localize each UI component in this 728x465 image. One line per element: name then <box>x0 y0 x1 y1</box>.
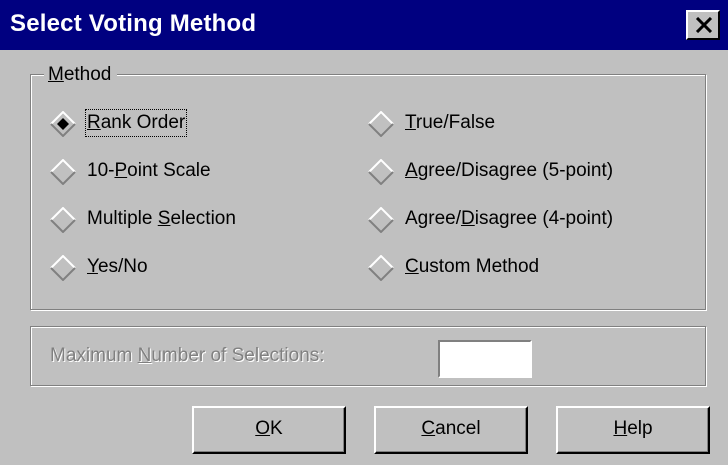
radio-label: 10-Point Scale <box>87 160 211 181</box>
diamond-radio-icon <box>50 159 76 185</box>
radio-label: Agree/Disagree (4-point) <box>405 208 614 229</box>
diamond-radio-icon <box>50 255 76 281</box>
radio-label: Multiple Selection <box>87 208 236 229</box>
diamond-radio-icon <box>368 111 394 137</box>
radio-label: Custom Method <box>405 256 540 277</box>
diamond-radio-icon <box>50 111 76 137</box>
diamond-radio-icon <box>50 207 76 233</box>
max-selections-label: Maximum Number of Selections: <box>50 345 325 366</box>
help-button[interactable]: Help <box>556 406 710 454</box>
max-selections-input[interactable] <box>438 340 532 378</box>
title-bar: Select Voting Method <box>0 0 728 50</box>
close-button[interactable] <box>686 10 720 40</box>
radio-label: Agree/Disagree (5-point) <box>405 160 614 181</box>
ok-button-label: OK <box>255 418 283 439</box>
cancel-button[interactable]: Cancel <box>374 406 528 454</box>
radio-label: True/False <box>405 112 496 133</box>
diamond-radio-icon <box>368 255 394 281</box>
cancel-button-label: Cancel <box>421 418 481 439</box>
diamond-radio-icon <box>368 207 394 233</box>
close-icon <box>695 17 713 33</box>
radio-label: Rank Order <box>84 109 188 137</box>
radio-label: Yes/No <box>87 256 148 277</box>
ok-button[interactable]: OK <box>192 406 346 454</box>
dialog-title: Select Voting Method <box>10 10 257 37</box>
method-group-label: Method <box>44 64 118 86</box>
diamond-radio-icon <box>368 159 394 185</box>
help-button-label: Help <box>613 418 653 439</box>
